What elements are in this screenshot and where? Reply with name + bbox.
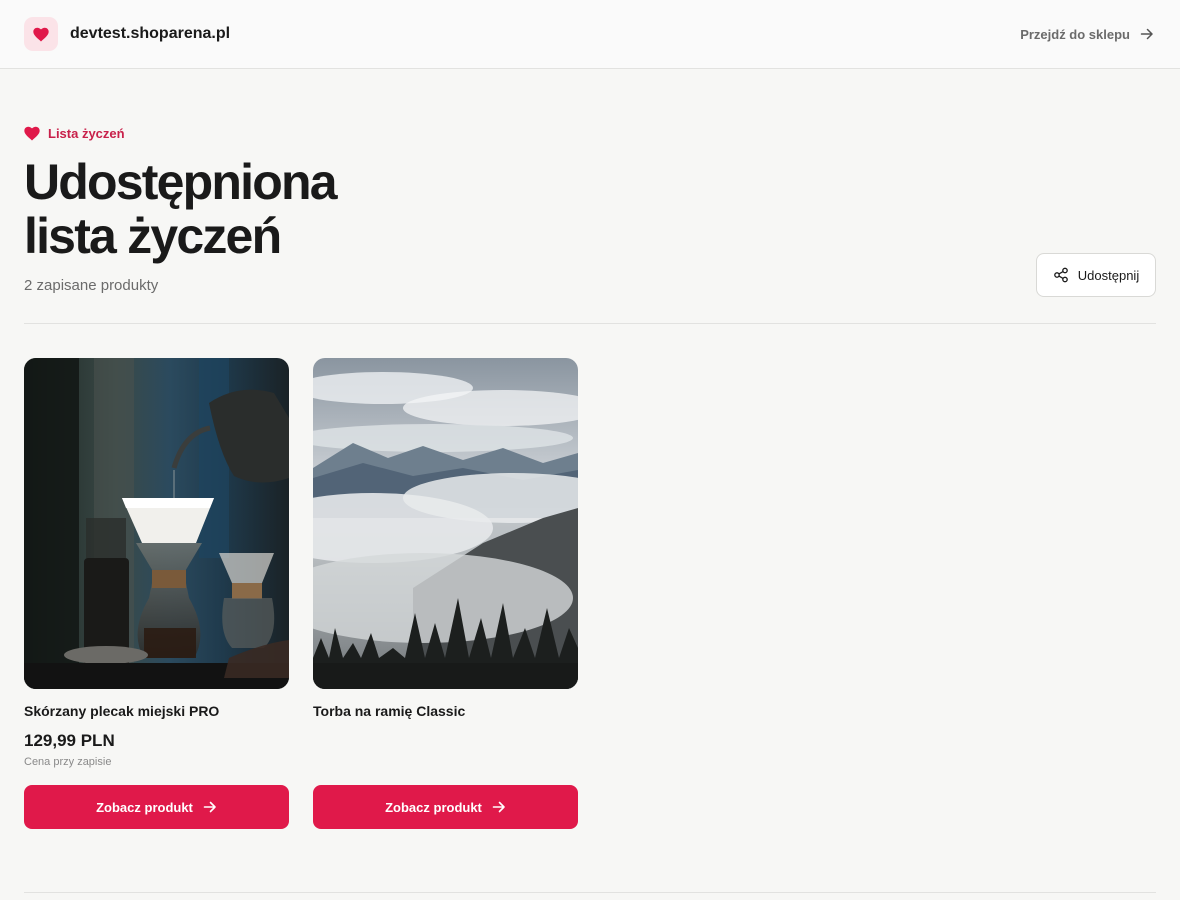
view-product-label: Zobacz produkt (96, 799, 193, 815)
product-name[interactable]: Skórzany plecak miejski PRO (24, 703, 219, 719)
arrow-right-icon (203, 801, 216, 813)
heart-icon (24, 126, 40, 141)
product-card: Torba na ramię Classic Zobacz produkt (313, 358, 578, 829)
product-name[interactable]: Torba na ramię Classic (313, 703, 465, 719)
store-name: devtest.shoparena.pl (70, 25, 231, 42)
price-note: Cena przy zapisie (24, 756, 112, 768)
product-image-mountains[interactable] (313, 358, 578, 689)
product-count: 2 zapisane produkty (24, 277, 159, 294)
divider (24, 892, 1156, 893)
wishlist-eyebrow: Lista życzeń (24, 126, 125, 141)
go-to-store-label: Przejdź do sklepu (1020, 26, 1130, 42)
product-price: 129,99 PLN (24, 731, 115, 750)
arrow-right-icon (492, 801, 505, 813)
view-product-label: Zobacz produkt (385, 799, 482, 815)
share-label: Udostępnij (1077, 267, 1140, 283)
eyebrow-label: Lista życzeń (48, 126, 125, 141)
go-to-store-link[interactable]: Przejdź do sklepu (1020, 27, 1154, 42)
heart-icon (33, 27, 49, 41)
page-title: Udostępniona lista życzeń (24, 155, 444, 263)
product-image-coffee[interactable] (24, 358, 289, 689)
view-product-button[interactable]: Zobacz produkt (313, 785, 578, 829)
share-button[interactable]: Udostępnij (1036, 253, 1156, 297)
top-bar: devtest.shoparena.pl Przejdź do sklepu (0, 0, 1180, 69)
page-title-line-2: lista życzeń (24, 208, 282, 264)
brand-logo (24, 17, 58, 51)
share-icon (1053, 267, 1068, 283)
divider (24, 323, 1156, 324)
arrow-right-icon (1140, 28, 1153, 40)
view-product-button[interactable]: Zobacz produkt (24, 785, 289, 829)
page-title-line-1: Udostępniona (24, 154, 338, 210)
product-card: Skórzany plecak miejski PRO 129,99 PLN C… (24, 358, 289, 829)
brand: devtest.shoparena.pl (24, 17, 230, 51)
